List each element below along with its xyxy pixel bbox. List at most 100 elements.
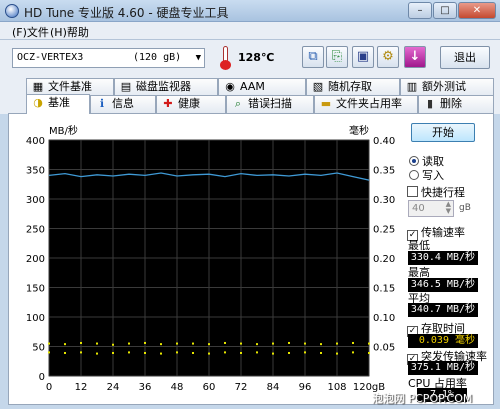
tab-extra-tests[interactable]: ▥ 额外测试	[400, 78, 494, 96]
folder-usage-icon: ▬	[320, 97, 332, 110]
access-time-point	[80, 351, 82, 354]
write-label: 写入	[422, 169, 444, 182]
access-time-point	[176, 351, 178, 354]
tab-label: 额外测试	[422, 80, 466, 93]
drive-size: (120 gB)	[133, 52, 182, 63]
avg-value: 340.7 MB/秒	[408, 303, 478, 317]
tab-label: 磁盘监视器	[136, 80, 191, 93]
tab-health[interactable]: ✚ 健康	[156, 95, 226, 113]
tab-label: 健康	[178, 97, 200, 110]
copy-screenshot-icon[interactable]: ⎘	[326, 46, 348, 68]
tab-aam[interactable]: ◉ AAM	[218, 78, 306, 96]
tab-error-scan[interactable]: ⌕ 错误扫描	[226, 95, 314, 113]
temperature-readout: 128℃	[238, 51, 275, 64]
drive-name: OCZ-VERTEX3	[17, 52, 84, 63]
toolbar: OCZ-VERTEX3 (120 gB) ▼ 128℃ ⧉ ⎘ ▣ ⚙ ↓ 退出	[0, 40, 500, 76]
tab-label: 文件基准	[48, 80, 92, 93]
disk-monitor-icon: ▤	[120, 80, 132, 93]
y-left-tick-label: 350	[26, 166, 45, 177]
radio-dot	[409, 156, 419, 166]
menu-bar: (F)文件 (H)帮助	[0, 22, 500, 40]
access-time-point	[256, 351, 258, 354]
tab-label: AAM	[240, 80, 265, 93]
y-right-tick-label: 0.05	[373, 343, 395, 354]
burst-rate-point	[112, 343, 114, 346]
close-button[interactable]: ✕	[458, 2, 496, 19]
y-right-tick-label: 0.10	[373, 313, 395, 324]
download-icon[interactable]: ↓	[404, 46, 426, 68]
y-right-axis-label: 毫秒	[349, 124, 369, 137]
copy-text-icon[interactable]: ⧉	[302, 46, 324, 68]
minimize-button[interactable]: –	[408, 2, 432, 19]
burst-rate-point	[336, 342, 338, 345]
maximize-button[interactable]: □	[433, 2, 457, 19]
y-right-tick-label: 0.15	[373, 284, 395, 295]
burst-rate-point	[48, 342, 50, 345]
extra-tests-icon: ▥	[406, 80, 418, 93]
x-tick-label: 72	[235, 382, 248, 393]
y-left-tick-label: 250	[26, 225, 45, 236]
access-time-point	[320, 351, 322, 354]
drive-selector[interactable]: OCZ-VERTEX3 (120 gB) ▼	[12, 48, 205, 68]
exit-button[interactable]: 退出	[440, 46, 490, 69]
x-tick-label: 96	[299, 382, 312, 393]
burst-rate-point	[320, 343, 322, 346]
access-time-point	[112, 351, 114, 354]
burst-rate-point	[144, 341, 146, 344]
spinner-arrows-icon[interactable]: ▲ ▼	[446, 201, 451, 215]
access-time-point	[224, 351, 226, 354]
burst-rate-point	[352, 341, 354, 344]
write-radio[interactable]: 写入	[409, 167, 444, 183]
tab-label: 错误扫描	[248, 97, 292, 110]
y-right-tick-label: 0.25	[373, 225, 395, 236]
error-scan-icon: ⌕	[234, 97, 242, 110]
random-access-icon: ▧	[312, 80, 324, 93]
access-time-point	[128, 351, 130, 354]
burst-rate-value: 375.1 MB/秒	[408, 361, 478, 375]
tab-strip: ▦ 文件基准 ▤ 磁盘监视器 ◉ AAM ▧ 随机存取 ▥ 额外测试 ◑ 基准 ℹ 信息 ✚ 健…	[0, 76, 500, 114]
access-time-point	[160, 352, 162, 355]
benchmark-graph: 400 0.40 350 0.35 300 0.30 250 0.25 200 0.20 150 0.…	[9, 114, 399, 404]
tab-info[interactable]: ℹ 信息	[90, 95, 156, 113]
y-left-tick-label: 200	[26, 254, 45, 265]
tab-benchmark[interactable]: ◑ 基准	[26, 94, 90, 114]
tab-erase[interactable]: ▮ 删除	[418, 95, 494, 113]
burst-rate-point	[128, 342, 130, 345]
tab-random-access[interactable]: ▧ 随机存取	[306, 78, 400, 96]
tab-folder-usage[interactable]: ▬ 文件夹占用率	[314, 95, 418, 113]
burst-rate-point	[96, 342, 98, 345]
title-bar: HD Tune 专业版 4.60 - 硬盘专业工具 – □ ✕	[0, 0, 500, 22]
access-time-point	[368, 351, 370, 354]
burst-rate-point	[208, 343, 210, 346]
access-time-point	[96, 352, 98, 355]
burst-rate-point	[272, 342, 274, 345]
y-left-axis-label: MB/秒	[49, 124, 78, 137]
y-left-tick-label: 400	[26, 136, 45, 147]
options-icon[interactable]: ⚙	[377, 46, 399, 68]
access-time-point	[288, 351, 290, 354]
menu-help[interactable]: (H)帮助	[50, 24, 89, 40]
short-stroke-label: 快捷行程	[421, 186, 465, 199]
access-time-point	[304, 351, 306, 354]
tab-disk-monitor[interactable]: ▤ 磁盘监视器	[114, 78, 218, 96]
benchmark-panel: 400 0.40 350 0.35 300 0.30 250 0.25 200 0.20 150 0.…	[8, 113, 494, 405]
erase-icon: ▮	[426, 97, 434, 110]
burst-rate-point	[304, 342, 306, 345]
chevron-down-icon[interactable]: ▼	[196, 49, 201, 67]
x-tick-label: 48	[171, 382, 184, 393]
short-stroke-checkbox[interactable]: 快捷行程	[407, 184, 465, 200]
y-left-tick-label: 300	[26, 195, 45, 206]
y-left-tick-label: 150	[26, 284, 45, 295]
y-right-tick-label: 0.40	[373, 136, 395, 147]
x-tick-label: 24	[107, 382, 120, 393]
burst-rate-point	[368, 342, 370, 345]
tab-label: 基准	[48, 96, 70, 109]
watermark: 泡泡网 PCPOP.COM	[372, 392, 473, 405]
tab-label: 文件夹占用率	[336, 97, 402, 110]
access-time-point	[272, 352, 274, 355]
save-icon[interactable]: ▣	[352, 46, 374, 68]
menu-file[interactable]: (F)文件	[12, 24, 49, 40]
short-stroke-size-input[interactable]: 40 ▲ ▼	[408, 200, 454, 217]
access-time-point	[144, 351, 146, 354]
start-button[interactable]: 开始	[411, 123, 475, 142]
